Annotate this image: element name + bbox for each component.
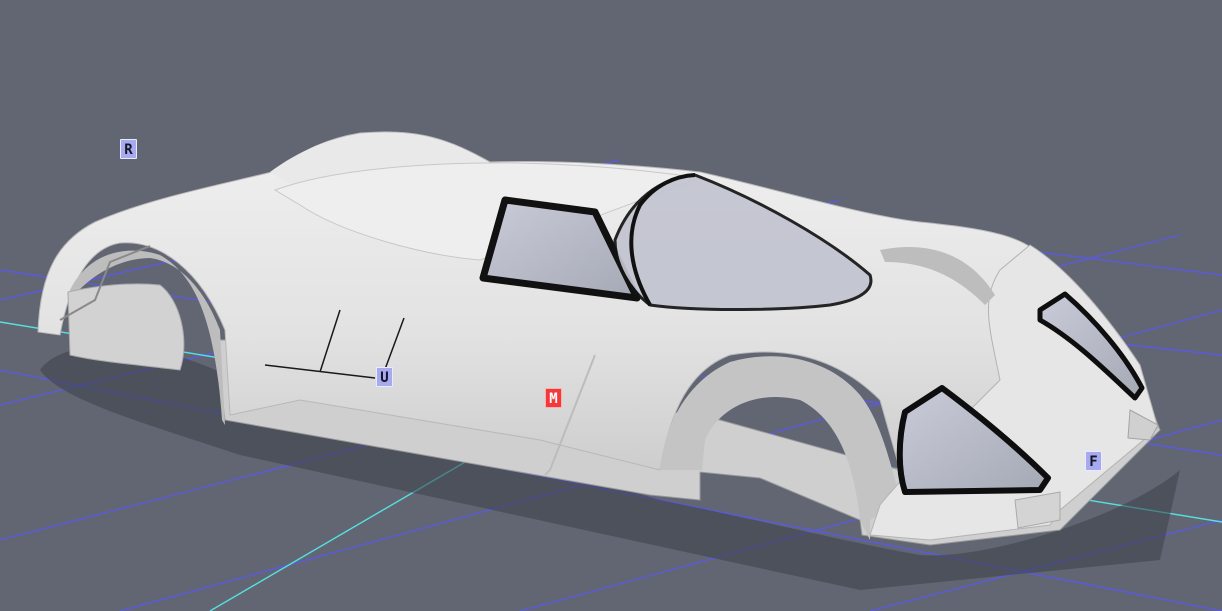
rear-diffuser [67,283,185,371]
marker-f[interactable]: F [1085,451,1102,471]
marker-m[interactable]: M [545,388,562,408]
marker-r[interactable]: R [120,139,137,159]
car-body [37,131,1161,546]
3d-viewport[interactable]: R U M F [0,0,1222,611]
marker-u[interactable]: U [376,367,393,387]
scene-canvas[interactable] [0,0,1222,611]
